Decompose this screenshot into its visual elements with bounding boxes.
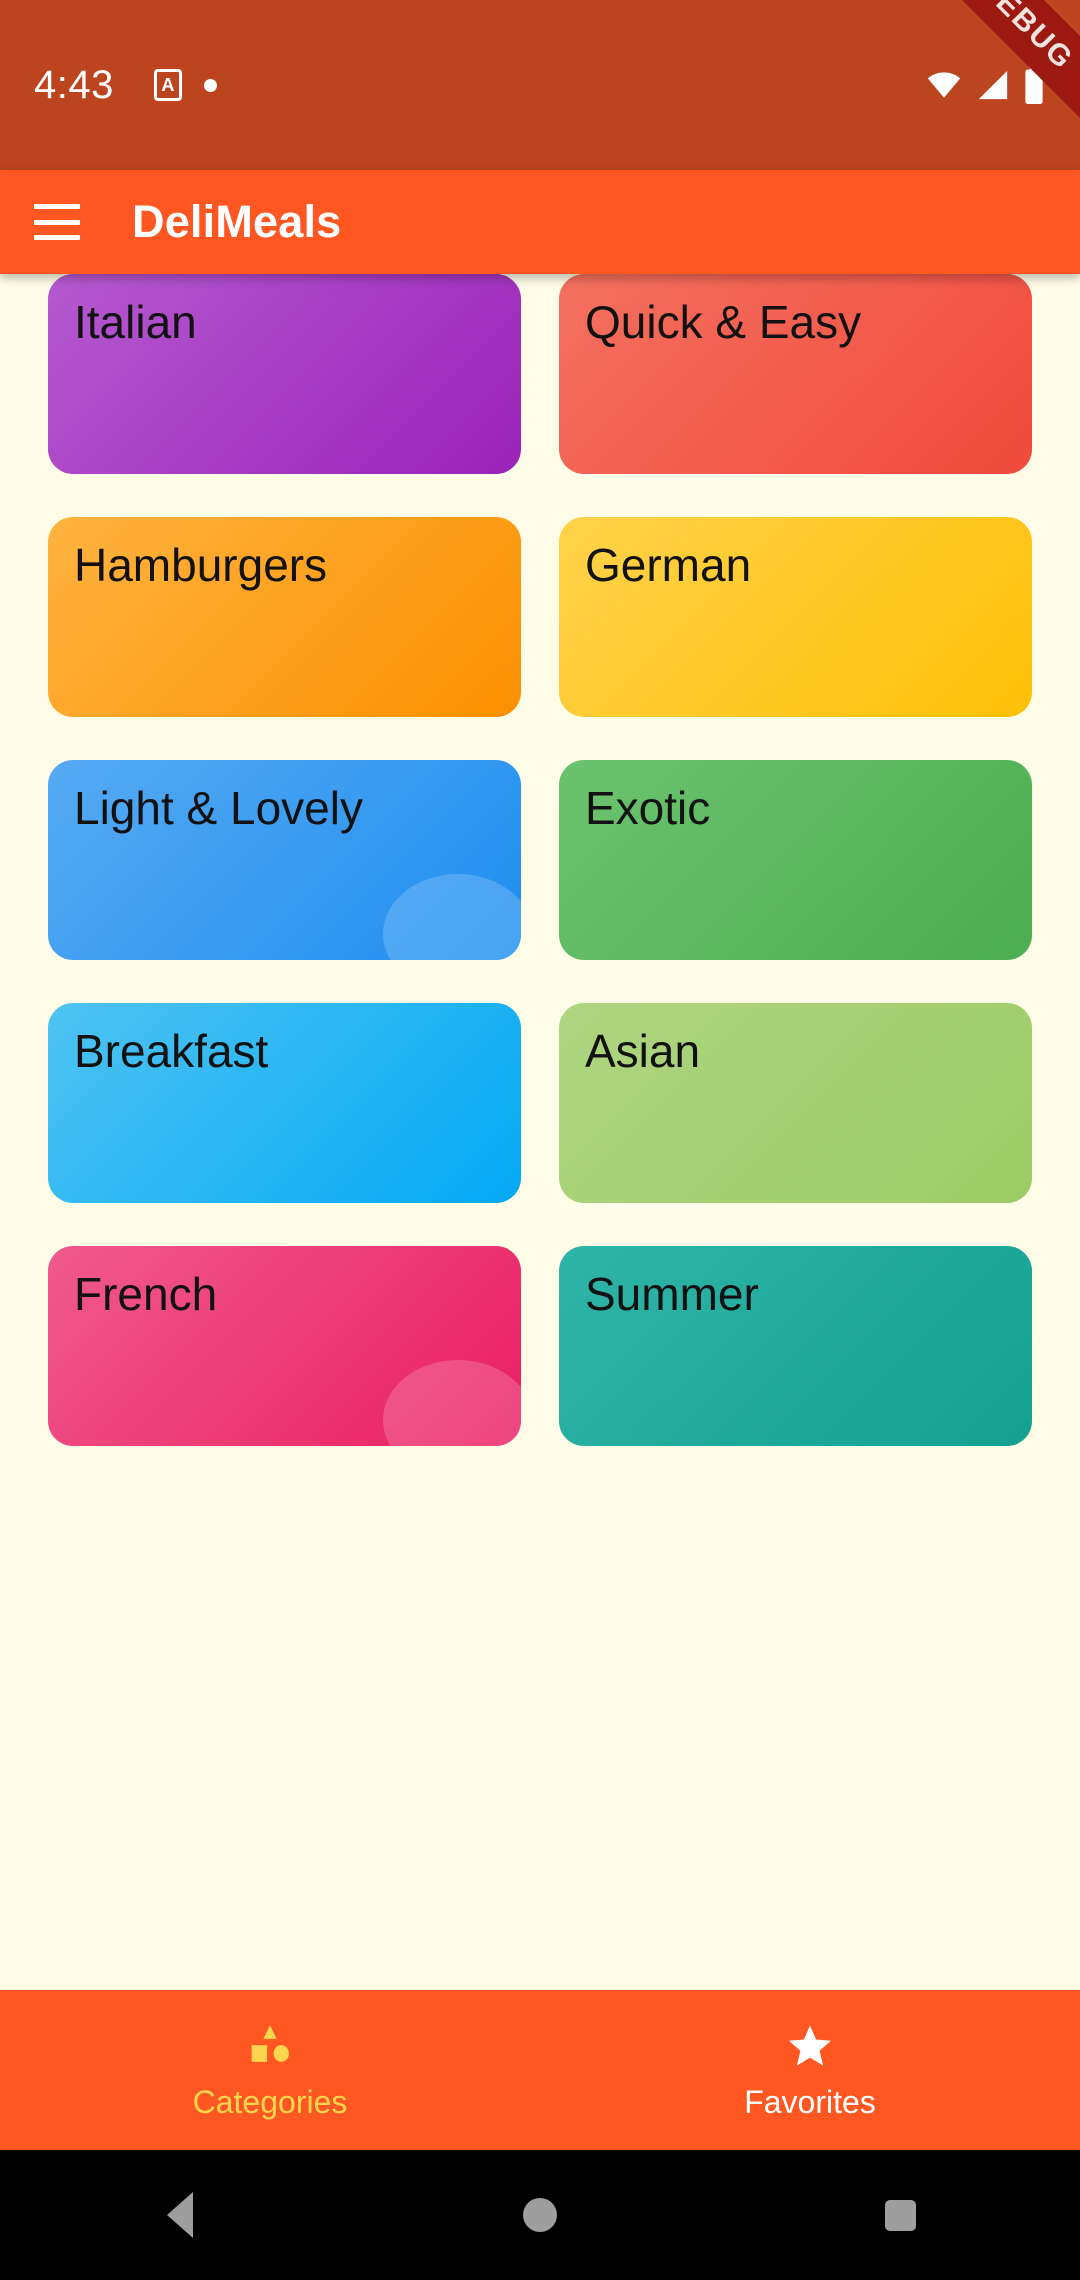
- app-bar: DeliMeals: [0, 170, 1080, 274]
- android-system-nav: [0, 2150, 1080, 2280]
- category-tile-label: Breakfast: [74, 1025, 269, 1077]
- category-tile-label: Exotic: [585, 782, 711, 834]
- category-tile-label: French: [74, 1268, 218, 1320]
- category-scroll-area[interactable]: Italian Quick & Easy Hamburgers German Light…: [0, 274, 1080, 2150]
- ripple-effect: [383, 874, 521, 960]
- dot-icon: [203, 78, 217, 92]
- back-triangle-icon[interactable]: [0, 2192, 360, 2238]
- home-circle-icon[interactable]: [360, 2198, 720, 2232]
- ripple-effect: [383, 1360, 521, 1446]
- status-bar: 4:43 A DEBUG: [0, 0, 1080, 170]
- a-badge-icon: A: [153, 69, 182, 101]
- phone-screen: 4:43 A DEBUG DeliMeals Italian Quick & E…: [0, 0, 1080, 2280]
- nav-label-favorites: Favorites: [744, 2083, 876, 2120]
- category-tile-label: Hamburgers: [74, 539, 328, 591]
- category-tile[interactable]: Breakfast: [48, 1003, 521, 1203]
- nav-item-favorites[interactable]: Favorites: [540, 2020, 1080, 2121]
- recents-square-icon[interactable]: [720, 2199, 1080, 2231]
- category-tile[interactable]: Summer: [559, 1246, 1032, 1446]
- category-tile-label: Summer: [585, 1268, 759, 1320]
- nav-label-categories: Categories: [192, 2083, 348, 2120]
- hamburger-menu-icon[interactable]: [34, 204, 80, 240]
- star-icon: [785, 2020, 835, 2072]
- category-tile-label: Quick & Easy: [585, 296, 862, 348]
- category-tile[interactable]: Italian: [48, 274, 521, 474]
- cell-signal-icon: [974, 68, 1012, 102]
- category-tile-label: Italian: [74, 296, 197, 348]
- nav-item-categories[interactable]: Categories: [0, 2020, 540, 2121]
- status-left-icons: A: [153, 69, 217, 101]
- bottom-navigation-bar: Categories Favorites: [0, 1990, 1080, 2150]
- category-tile[interactable]: Exotic: [559, 760, 1032, 960]
- category-grid: Italian Quick & Easy Hamburgers German Light…: [0, 274, 1080, 1446]
- category-tile[interactable]: Light & Lovely: [48, 760, 521, 960]
- category-tile-label: German: [585, 539, 752, 591]
- category-tile[interactable]: German: [559, 517, 1032, 717]
- category-tile-label: Light & Lovely: [74, 782, 363, 834]
- category-shapes-icon: [245, 2020, 295, 2072]
- wifi-icon: [924, 68, 964, 102]
- category-tile[interactable]: French: [48, 1246, 521, 1446]
- category-tile-label: Asian: [585, 1025, 701, 1077]
- category-tile[interactable]: Asian: [559, 1003, 1032, 1203]
- category-tile[interactable]: Hamburgers: [48, 517, 521, 717]
- category-tile[interactable]: Quick & Easy: [559, 274, 1032, 474]
- status-right-icons: [924, 66, 1046, 104]
- status-clock: 4:43: [34, 62, 114, 107]
- page-title: DeliMeals: [132, 196, 342, 247]
